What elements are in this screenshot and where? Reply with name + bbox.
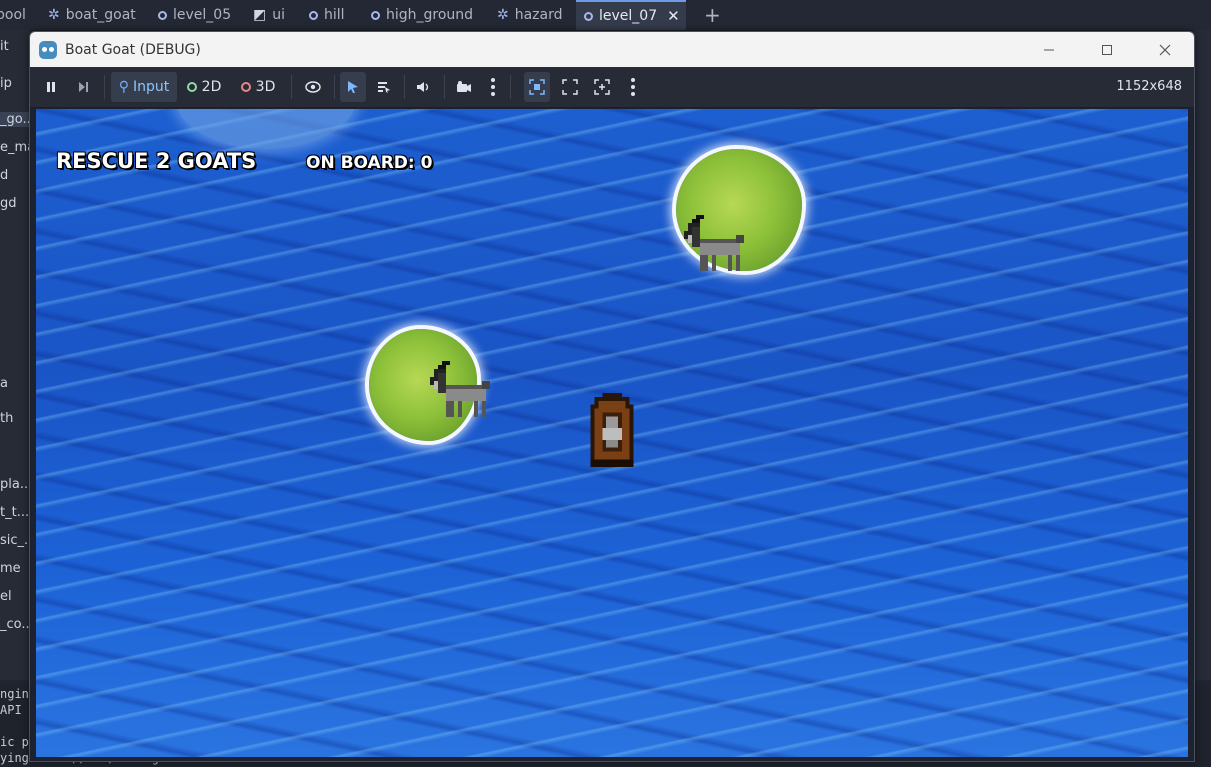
next-frame-button[interactable] xyxy=(72,72,94,102)
input-label: Input xyxy=(133,79,170,95)
close-icon xyxy=(1159,44,1171,55)
tab-label: level_07 xyxy=(599,8,658,24)
toolbar-separator xyxy=(104,75,105,99)
node3d-icon: ✲ xyxy=(48,7,60,23)
menu-fragment: it xyxy=(0,39,9,54)
speaker-icon xyxy=(417,82,429,92)
scene-icon xyxy=(371,10,380,20)
tab-boat-goat[interactable]: ✲ boat_goat xyxy=(48,0,136,30)
tab-label: high_ground xyxy=(386,7,474,23)
minimize-icon xyxy=(1044,49,1054,50)
file-item[interactable]: t_t... xyxy=(0,505,29,520)
tab-hill[interactable]: hill xyxy=(309,0,345,30)
window-titlebar[interactable]: Boat Goat (DEBUG) xyxy=(30,32,1194,67)
scene-filter-fragment: ip xyxy=(0,76,12,91)
tab-label: boat_goat xyxy=(65,7,136,23)
file-item[interactable]: el xyxy=(0,589,12,604)
tab-label: hazard xyxy=(514,7,563,23)
tree-item[interactable]: d xyxy=(0,168,8,183)
tab-label: level_05 xyxy=(173,7,232,23)
ring-2d-icon xyxy=(186,82,197,92)
editor-left-panel: it ip _go... e_ma d gd a th pla... t_t..… xyxy=(0,30,36,680)
close-tab-icon[interactable]: ✕ xyxy=(667,7,680,25)
editor-tab-bar: pool ✲ boat_goat level_05 ◩ ui hill high… xyxy=(0,0,1211,31)
camera-options-button[interactable] xyxy=(485,72,501,102)
pause-button[interactable] xyxy=(40,72,62,102)
ring-3d-icon xyxy=(240,82,251,92)
fit-window-button[interactable] xyxy=(590,72,614,102)
select-tool-button[interactable] xyxy=(340,72,366,102)
scene-icon xyxy=(158,10,167,20)
minimize-button[interactable] xyxy=(1020,32,1078,67)
kebab-menu-icon xyxy=(631,78,635,96)
camera-override-button[interactable] xyxy=(452,72,476,102)
goat-icon[interactable] xyxy=(426,357,498,429)
resolution-label: 1152x648 xyxy=(1116,79,1182,94)
editor-right-panel xyxy=(1193,30,1211,680)
tab-label: ui xyxy=(272,7,285,23)
tab-level-07[interactable]: level_07 ✕ xyxy=(576,0,686,30)
on-board-counter: ON BOARD: 0 xyxy=(306,153,433,173)
embed-frame-icon xyxy=(529,79,545,95)
mode-2d-button[interactable]: 2D xyxy=(183,72,225,102)
tab-pool[interactable]: pool xyxy=(0,0,26,30)
toolbar-separator xyxy=(334,75,335,99)
objective-text: RESCUE 2 GOATS xyxy=(56,149,257,173)
scene-icon xyxy=(584,11,593,21)
file-item[interactable]: me xyxy=(0,561,21,576)
panel-fragment: a xyxy=(0,376,8,391)
window-title: Boat Goat (DEBUG) xyxy=(65,41,201,58)
control-icon: ◩ xyxy=(253,7,267,23)
window-options-button[interactable] xyxy=(625,72,641,102)
file-item[interactable]: pla... xyxy=(0,477,32,492)
game-window: Boat Goat (DEBUG) ⚲ Input 2D 3D 1152x648… xyxy=(29,31,1195,762)
next-frame-icon xyxy=(79,82,88,92)
console-line: ngin xyxy=(0,687,29,701)
add-tab-button[interactable]: + xyxy=(704,0,721,30)
visibility-button[interactable] xyxy=(301,72,325,102)
embed-game-button[interactable] xyxy=(524,72,550,102)
toolbar-separator xyxy=(510,75,511,99)
joypad-icon: ⚲ xyxy=(118,79,129,95)
list-select-button[interactable] xyxy=(372,72,396,102)
plus-icon: + xyxy=(704,3,721,27)
tab-high-ground[interactable]: high_ground xyxy=(371,0,473,30)
pause-icon xyxy=(47,82,55,92)
kebab-menu-icon xyxy=(491,78,495,96)
godot-app-icon xyxy=(39,40,57,59)
filesystem-filter-fragment: th xyxy=(0,411,14,426)
tab-label: pool xyxy=(0,7,26,23)
close-button[interactable] xyxy=(1136,32,1194,67)
node3d-icon: ✲ xyxy=(497,7,509,23)
debug-toolbar: ⚲ Input 2D 3D 1152x648 xyxy=(30,67,1194,108)
input-toggle-button[interactable]: ⚲ Input xyxy=(111,72,177,102)
toolbar-separator xyxy=(404,75,405,99)
toolbar-separator xyxy=(444,75,445,99)
maximize-icon xyxy=(1102,44,1112,55)
distant-island xyxy=(176,109,356,149)
tree-item[interactable]: gd xyxy=(0,196,17,211)
tab-level-05[interactable]: level_05 xyxy=(158,0,231,30)
tree-item[interactable]: _go... xyxy=(0,112,35,127)
tab-label: hill xyxy=(324,7,345,23)
player-boat-icon[interactable] xyxy=(582,393,642,471)
mode-3d-label: 3D xyxy=(255,79,276,95)
fit-icon xyxy=(594,79,610,95)
fullscreen-button[interactable] xyxy=(558,72,582,102)
toolbar-separator xyxy=(291,75,292,99)
game-viewport[interactable]: RESCUE 2 GOATS ON BOARD: 0 xyxy=(36,109,1188,757)
expand-icon xyxy=(562,79,578,95)
audio-mute-button[interactable] xyxy=(412,72,436,102)
mode-3d-button[interactable]: 3D xyxy=(237,72,279,102)
camera-icon xyxy=(457,81,471,92)
list-pointer-icon xyxy=(378,82,390,93)
maximize-button[interactable] xyxy=(1078,32,1136,67)
tab-ui[interactable]: ◩ ui xyxy=(253,0,285,30)
tab-hazard[interactable]: ✲ hazard xyxy=(497,0,563,30)
goat-icon[interactable] xyxy=(680,211,752,283)
scene-icon xyxy=(309,10,318,20)
mode-2d-label: 2D xyxy=(201,79,222,95)
eye-icon xyxy=(305,81,321,93)
pointer-icon xyxy=(348,81,358,93)
